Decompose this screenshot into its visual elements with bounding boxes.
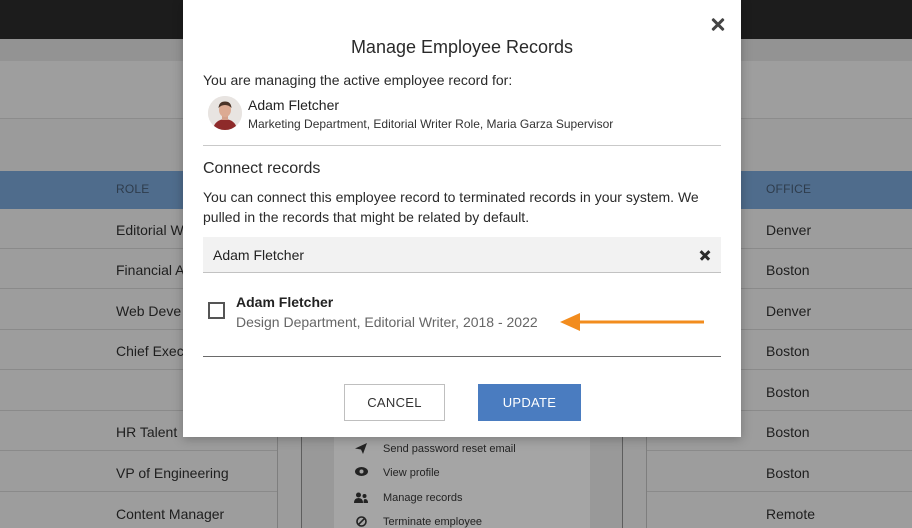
divider [203, 356, 721, 357]
send-icon [354, 443, 368, 455]
menu-item-label: Terminate employee [383, 516, 483, 528]
office-cell: Boston [766, 384, 810, 400]
employee-description: Marketing Department, Editorial Writer R… [248, 117, 614, 131]
record-select-checkbox[interactable] [208, 302, 225, 319]
office-cell: Remote [766, 506, 816, 522]
close-icon[interactable] [709, 16, 727, 34]
menu-item-terminate-employee[interactable]: Terminate employee [354, 516, 482, 528]
cancel-button[interactable]: CANCEL [344, 384, 445, 421]
menu-item-label: Manage records [383, 492, 463, 504]
office-cell: Boston [766, 424, 810, 440]
column-header-office[interactable]: OFFICE [766, 182, 811, 196]
record-search-input[interactable] [213, 245, 683, 265]
record-search-box [203, 237, 721, 273]
menu-item-send-password-reset[interactable]: Send password reset email [354, 443, 516, 455]
ban-icon [354, 516, 368, 528]
update-button[interactable]: UPDATE [478, 384, 581, 421]
result-record-name: Adam Fletcher [236, 294, 334, 310]
menu-item-manage-records[interactable]: Manage records [354, 492, 463, 504]
column-header-role[interactable]: ROLE [116, 182, 149, 196]
divider [203, 145, 721, 146]
office-cell: Boston [766, 343, 810, 359]
office-cell: Denver [766, 222, 812, 238]
connect-records-title: Connect records [203, 160, 321, 177]
employee-name: Adam Fletcher [248, 97, 340, 113]
menu-item-view-profile[interactable]: View profile [354, 467, 440, 479]
result-record-description: Design Department, Editorial Writer, 201… [236, 314, 538, 330]
annotation-arrow-icon [560, 313, 704, 331]
modal-title: Manage Employee Records [350, 37, 574, 57]
menu-item-label: View profile [383, 467, 440, 479]
role-cell: Content Manager [116, 506, 225, 522]
role-cell: Editorial W [116, 222, 184, 238]
office-cell: Boston [766, 262, 810, 278]
clear-search-icon[interactable] [699, 249, 711, 261]
role-cell: Web Deve [116, 303, 182, 319]
menu-item-label: Send password reset email [383, 443, 516, 455]
role-cell: Financial A [116, 262, 185, 278]
office-cell: Boston [766, 465, 810, 481]
users-icon [354, 492, 368, 504]
role-cell: Chief Exec [116, 343, 184, 359]
connect-records-description: You can connect this employee record to … [203, 189, 699, 225]
manage-records-modal: Manage Employee Records You are managing… [183, 0, 741, 437]
eye-icon [354, 467, 368, 479]
office-cell: Denver [766, 303, 812, 319]
avatar [208, 96, 242, 130]
intro-text: You are managing the active employee rec… [203, 72, 513, 88]
role-cell: HR Talent [116, 424, 178, 440]
role-cell: VP of Engineering [116, 465, 229, 481]
